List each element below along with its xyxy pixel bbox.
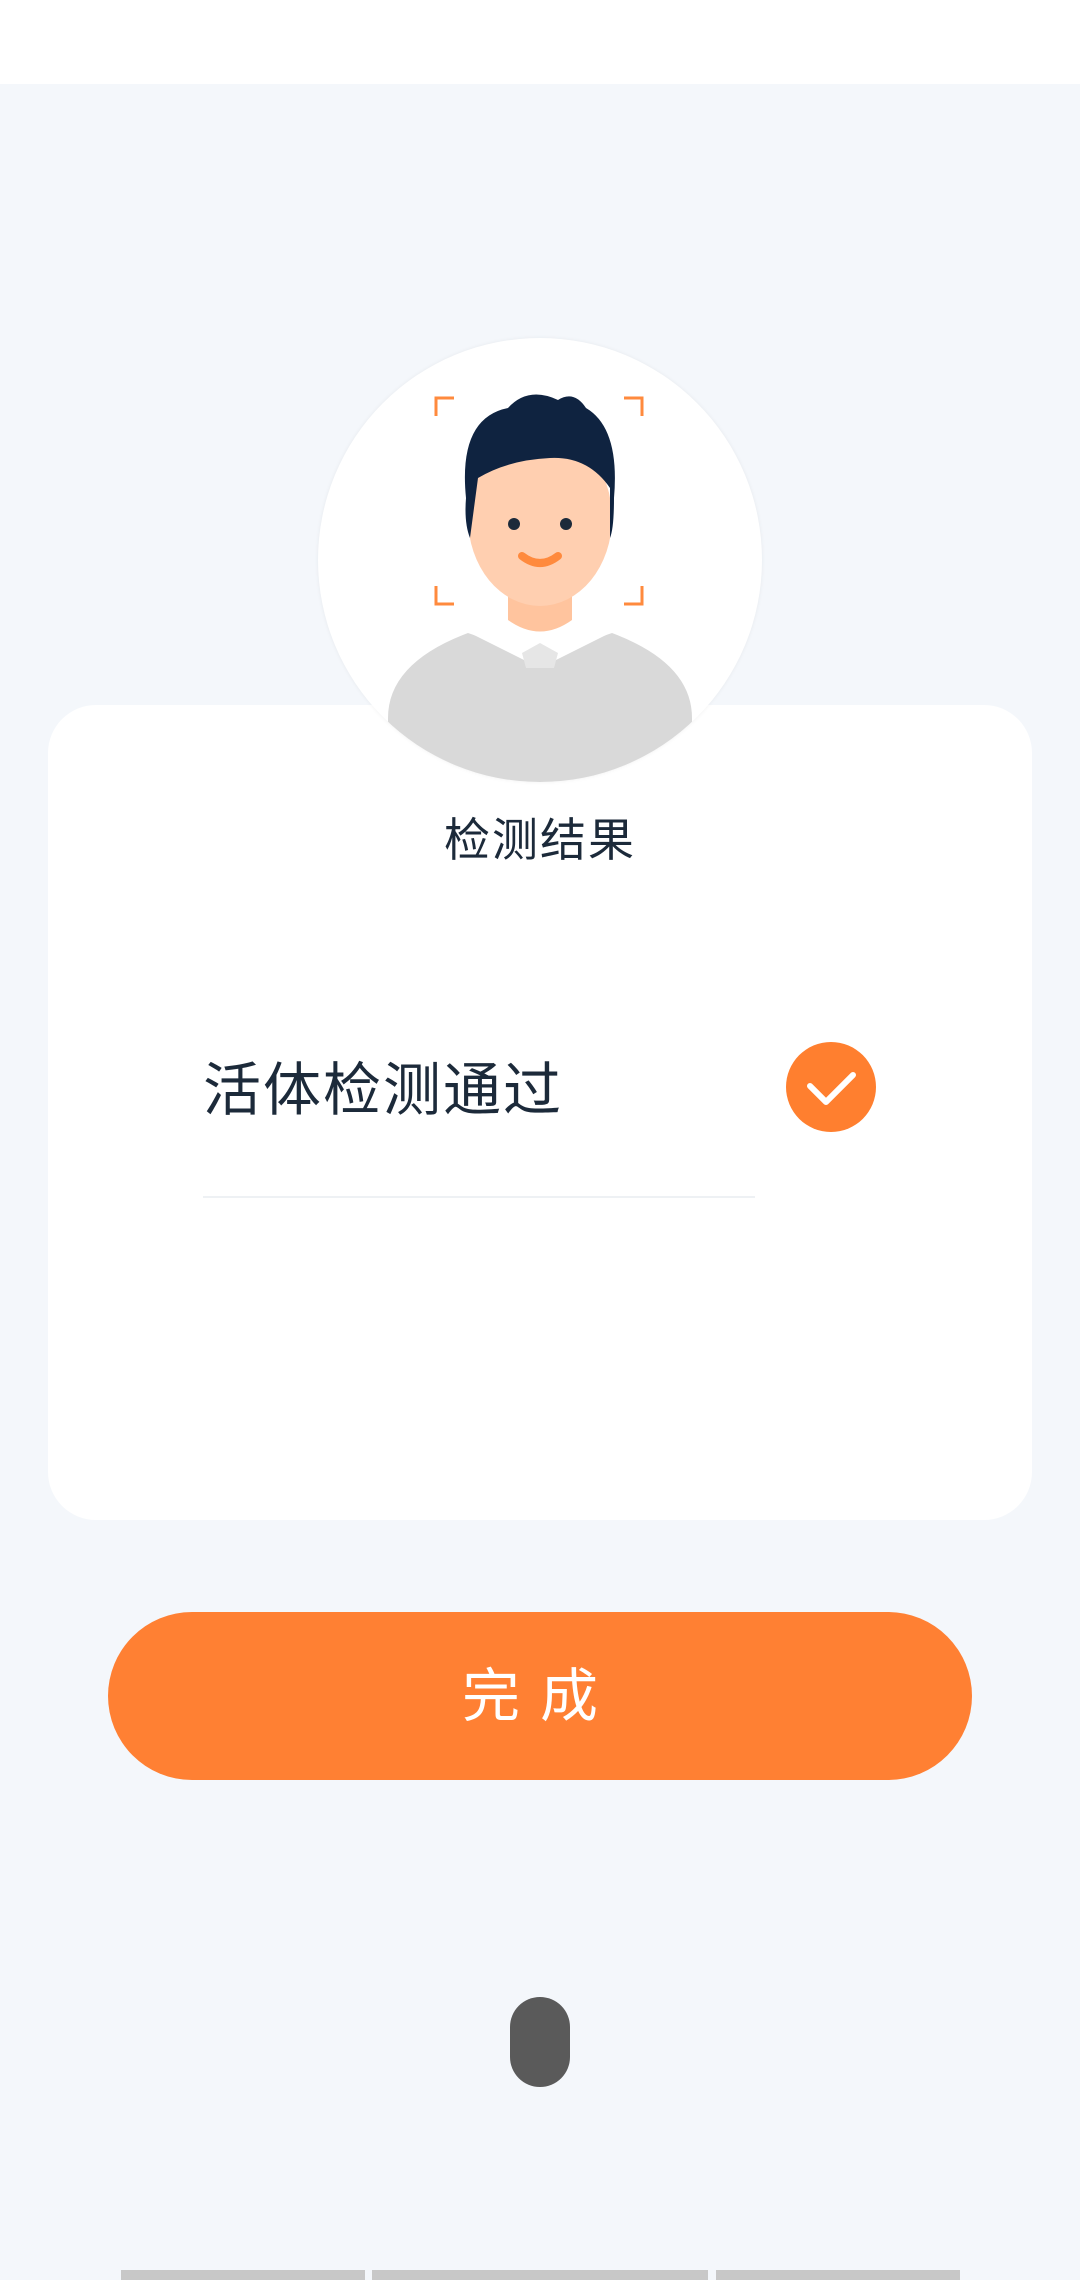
- nav-bar-segment: [716, 2270, 960, 2280]
- face-avatar: [318, 338, 762, 782]
- result-title: 检测结果: [444, 813, 636, 867]
- liveness-status-text: 活体检测通过: [203, 1056, 564, 1124]
- status-bar: [0, 0, 1080, 84]
- nav-bar-segment: [372, 2270, 708, 2280]
- check-circle-icon: [786, 1042, 876, 1132]
- face-scan-avatar-icon: [388, 394, 692, 782]
- nav-bar-segment: [121, 2270, 365, 2280]
- result-row: 活体检测通过: [203, 1040, 755, 1198]
- done-button[interactable]: 完成: [108, 1612, 972, 1780]
- home-indicator[interactable]: [510, 1997, 570, 2087]
